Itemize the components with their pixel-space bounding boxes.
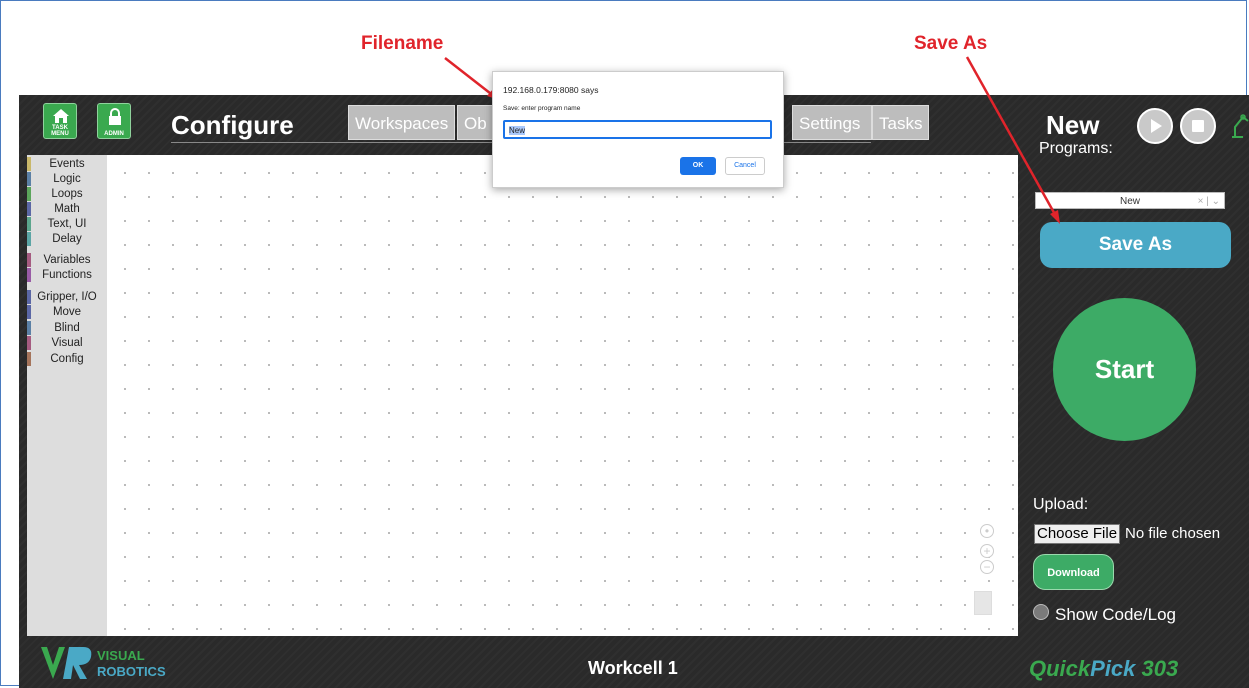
dialog-title: 192.168.0.179:8080 says	[503, 85, 599, 95]
dialog-message: Save: enter program name	[503, 105, 581, 112]
program-name-input-value: New	[509, 126, 526, 135]
ok-button[interactable]: OK	[680, 157, 716, 175]
cancel-button[interactable]: Cancel	[725, 157, 765, 175]
program-name-input[interactable]: New	[503, 120, 772, 139]
prompt-dialog: 192.168.0.179:8080 says Save: enter prog…	[492, 71, 784, 188]
